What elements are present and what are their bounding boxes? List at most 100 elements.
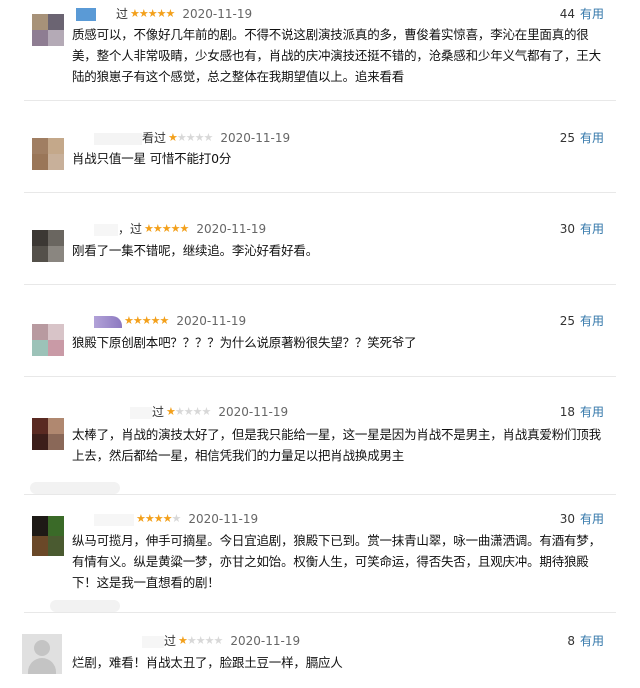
review-date: 2020-11-19 <box>220 131 291 145</box>
username-blur <box>76 8 96 21</box>
vote-area: 44 有用 <box>560 6 604 22</box>
rating-stars: ★★★★★ <box>166 404 212 420</box>
star-filled-icon: ★ <box>166 405 176 418</box>
star-empty-icon: ★ <box>192 405 203 418</box>
star-empty-icon: ★ <box>185 131 196 144</box>
avatar[interactable] <box>32 324 64 356</box>
review-date: 2020-11-19 <box>196 222 267 236</box>
rating-stars: ★★★★★ <box>124 313 170 329</box>
divider <box>24 192 616 193</box>
review-meta: ★★★★★ 2020-11-19 <box>94 511 258 527</box>
star-filled-icon: ★ <box>159 314 170 327</box>
star-empty-icon: ★ <box>186 634 197 647</box>
username[interactable]: 看过 <box>142 131 166 145</box>
avatar[interactable] <box>32 418 64 450</box>
star-filled-icon: ★ <box>141 314 152 327</box>
star-filled-icon: ★ <box>179 222 190 235</box>
star-filled-icon: ★ <box>178 634 188 647</box>
star-empty-icon: ★ <box>176 131 187 144</box>
review-date: 2020-11-19 <box>182 7 253 21</box>
star-filled-icon: ★ <box>170 222 181 235</box>
rating-stars: ★★★★★ <box>178 633 224 649</box>
review-date: 2020-11-19 <box>176 314 247 328</box>
useful-button[interactable]: 有用 <box>580 405 604 419</box>
star-empty-icon: ★ <box>201 405 212 418</box>
username-blur <box>94 223 118 236</box>
vote-area: 25 有用 <box>560 130 604 146</box>
default-avatar[interactable] <box>22 634 62 674</box>
vote-count: 30 <box>559 222 575 236</box>
useful-button[interactable]: 有用 <box>580 222 604 236</box>
blur-smudge <box>50 600 120 612</box>
avatar[interactable] <box>32 230 64 262</box>
divider <box>24 612 616 613</box>
username-blur <box>94 513 134 526</box>
rating-stars: ★★★★★ <box>144 221 190 237</box>
star-filled-icon: ★ <box>156 7 167 20</box>
vote-count: 8 <box>567 634 575 648</box>
star-empty-icon: ★ <box>204 634 215 647</box>
star-filled-icon: ★ <box>153 512 164 525</box>
username[interactable]: ，过 <box>118 222 142 236</box>
divider <box>24 376 616 377</box>
avatar[interactable] <box>32 14 64 46</box>
review-meta: ，过 ★★★★★ 2020-11-19 <box>94 221 266 237</box>
star-filled-icon: ★ <box>161 222 172 235</box>
star-filled-icon: ★ <box>162 512 173 525</box>
review-meta: ★★★★★ 2020-11-19 <box>94 313 246 329</box>
review-date: 2020-11-19 <box>188 512 259 526</box>
vote-area: 8 有用 <box>567 633 604 649</box>
review-text: 肖战只值一星 可惜不能打0分 <box>72 151 232 166</box>
avatar-head-shape <box>34 640 50 656</box>
rating-stars: ★★★★★ <box>136 511 181 527</box>
vote-area: 18 有用 <box>560 404 604 420</box>
username[interactable]: 过 <box>164 634 176 648</box>
vote-area: 30 有用 <box>560 221 604 237</box>
star-empty-icon: ★ <box>213 634 224 647</box>
useful-button[interactable]: 有用 <box>580 314 604 328</box>
useful-button[interactable]: 有用 <box>580 634 604 648</box>
star-empty-icon: ★ <box>174 405 185 418</box>
review-meta: 看过 ★★★★★ 2020-11-19 <box>94 130 290 146</box>
star-empty-icon: ★ <box>183 405 194 418</box>
star-filled-icon: ★ <box>130 7 140 20</box>
star-empty-icon: ★ <box>203 131 214 144</box>
star-filled-icon: ★ <box>136 512 146 525</box>
username-blur <box>142 635 164 648</box>
blur-smudge <box>30 482 120 494</box>
avatar[interactable] <box>32 516 64 556</box>
review-text: 狼殿下原创剧本吧？？？？为什么说原著粉很失望？？笑死爷了 <box>72 335 417 350</box>
rating-stars: ★★★★★ <box>168 130 214 146</box>
useful-button[interactable]: 有用 <box>580 512 604 526</box>
username[interactable]: 过 <box>116 7 128 21</box>
star-filled-icon: ★ <box>138 7 149 20</box>
vote-area: 25 有用 <box>560 313 604 329</box>
review-meta: 过 ★★★★★ 2020-11-19 <box>142 633 300 649</box>
review-meta: 过 ★★★★★ 2020-11-19 <box>76 6 252 22</box>
rating-stars: ★★★★★ <box>130 6 176 22</box>
vote-area: 30 有用 <box>560 511 604 527</box>
username[interactable]: 过 <box>152 405 164 419</box>
star-empty-icon: ★ <box>195 634 206 647</box>
star-filled-icon: ★ <box>144 512 155 525</box>
useful-button[interactable]: 有用 <box>580 7 604 21</box>
review-date: 2020-11-19 <box>218 405 289 419</box>
review-text: 质感可以，不像好几年前的剧。不得不说这剧演技派真的多，曹俊着实惊喜，李沁在里面真… <box>72 27 601 84</box>
star-filled-icon: ★ <box>150 314 161 327</box>
review-date: 2020-11-19 <box>230 634 301 648</box>
vote-count: 25 <box>559 314 575 328</box>
review-text: 刚看了一集不错呢，继续追。李沁好看好看。 <box>72 243 319 258</box>
star-filled-icon: ★ <box>152 222 163 235</box>
review-text: 烂剧，难看！肖战太丑了，脸跟土豆一样，膈应人 <box>72 655 343 670</box>
vote-count: 18 <box>559 405 575 419</box>
star-filled-icon: ★ <box>165 7 176 20</box>
star-filled-icon: ★ <box>147 7 158 20</box>
review-text: 太棒了，肖战的演技太好了，但是我只能给一星，这一星是因为肖战不是男主，肖战真爱粉… <box>72 427 601 463</box>
useful-button[interactable]: 有用 <box>580 131 604 145</box>
username-blur <box>130 406 152 419</box>
avatar-body-shape <box>28 658 56 674</box>
star-filled-icon: ★ <box>124 314 134 327</box>
star-filled-icon: ★ <box>132 314 143 327</box>
avatar[interactable] <box>32 138 64 170</box>
star-filled-icon: ★ <box>168 131 178 144</box>
